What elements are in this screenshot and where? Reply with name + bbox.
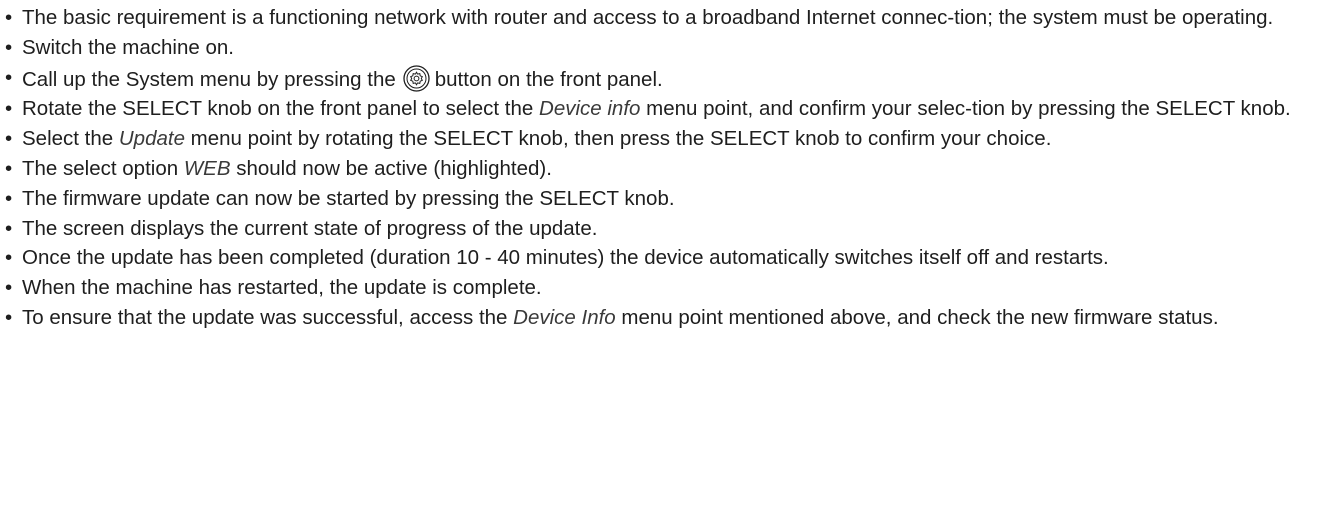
item-text: Once the update has been completed (dura… xyxy=(22,246,1109,270)
item-text: When the machine has restarted, the upda… xyxy=(22,276,542,300)
list-item: Rotate the SELECT knob on the front pane… xyxy=(0,96,1316,123)
gear-button-icon xyxy=(401,64,432,92)
item-text-before: The select option xyxy=(22,156,184,180)
list-item: The basic requirement is a functioning n… xyxy=(0,5,1316,32)
list-item: The screen displays the current state of… xyxy=(0,216,1316,243)
item-text-after: menu point mentioned above, and check th… xyxy=(615,305,1219,329)
list-item: Select the Update menu point by rotating… xyxy=(0,126,1316,153)
item-text: Switch the machine on. xyxy=(22,35,234,59)
menu-term: Device info xyxy=(539,97,641,121)
item-text-before: Call up the System menu by pressing the xyxy=(22,67,396,91)
item-text-before: Rotate the SELECT knob on the front pane… xyxy=(22,97,540,121)
item-text: The basic requirement is a functioning n… xyxy=(22,6,1274,29)
item-text-after: button on the front panel. xyxy=(434,67,663,91)
list-item: Call up the System menu by pressing the b… xyxy=(0,65,1316,94)
list-item: When the machine has restarted, the upda… xyxy=(0,275,1316,302)
item-text-before: Select the xyxy=(22,127,119,151)
instruction-document: The basic requirement is a functioning n… xyxy=(0,0,1322,516)
list-item: The firmware update can now be started b… xyxy=(0,186,1316,213)
item-text-after: menu point by rotating the SELECT knob, … xyxy=(184,127,1052,151)
menu-term: Update xyxy=(118,127,185,151)
item-text: The firmware update can now be started b… xyxy=(22,186,675,210)
list-item: The select option WEB should now be acti… xyxy=(0,156,1316,183)
list-item: To ensure that the update was successful… xyxy=(0,305,1316,332)
item-text: The screen displays the current state of… xyxy=(22,216,598,240)
list-item: Switch the machine on. xyxy=(0,35,1316,62)
update-steps-list: The basic requirement is a functioning n… xyxy=(0,5,1316,335)
menu-term: Device Info xyxy=(513,305,616,329)
menu-term: WEB xyxy=(183,156,231,180)
item-text-after: should now be active (highlighted). xyxy=(230,156,552,180)
list-item: Once the update has been completed (dura… xyxy=(0,245,1316,272)
item-text-before: To ensure that the update was successful… xyxy=(22,305,514,329)
item-text-after: menu point, and confirm your selec-tion … xyxy=(640,97,1291,121)
